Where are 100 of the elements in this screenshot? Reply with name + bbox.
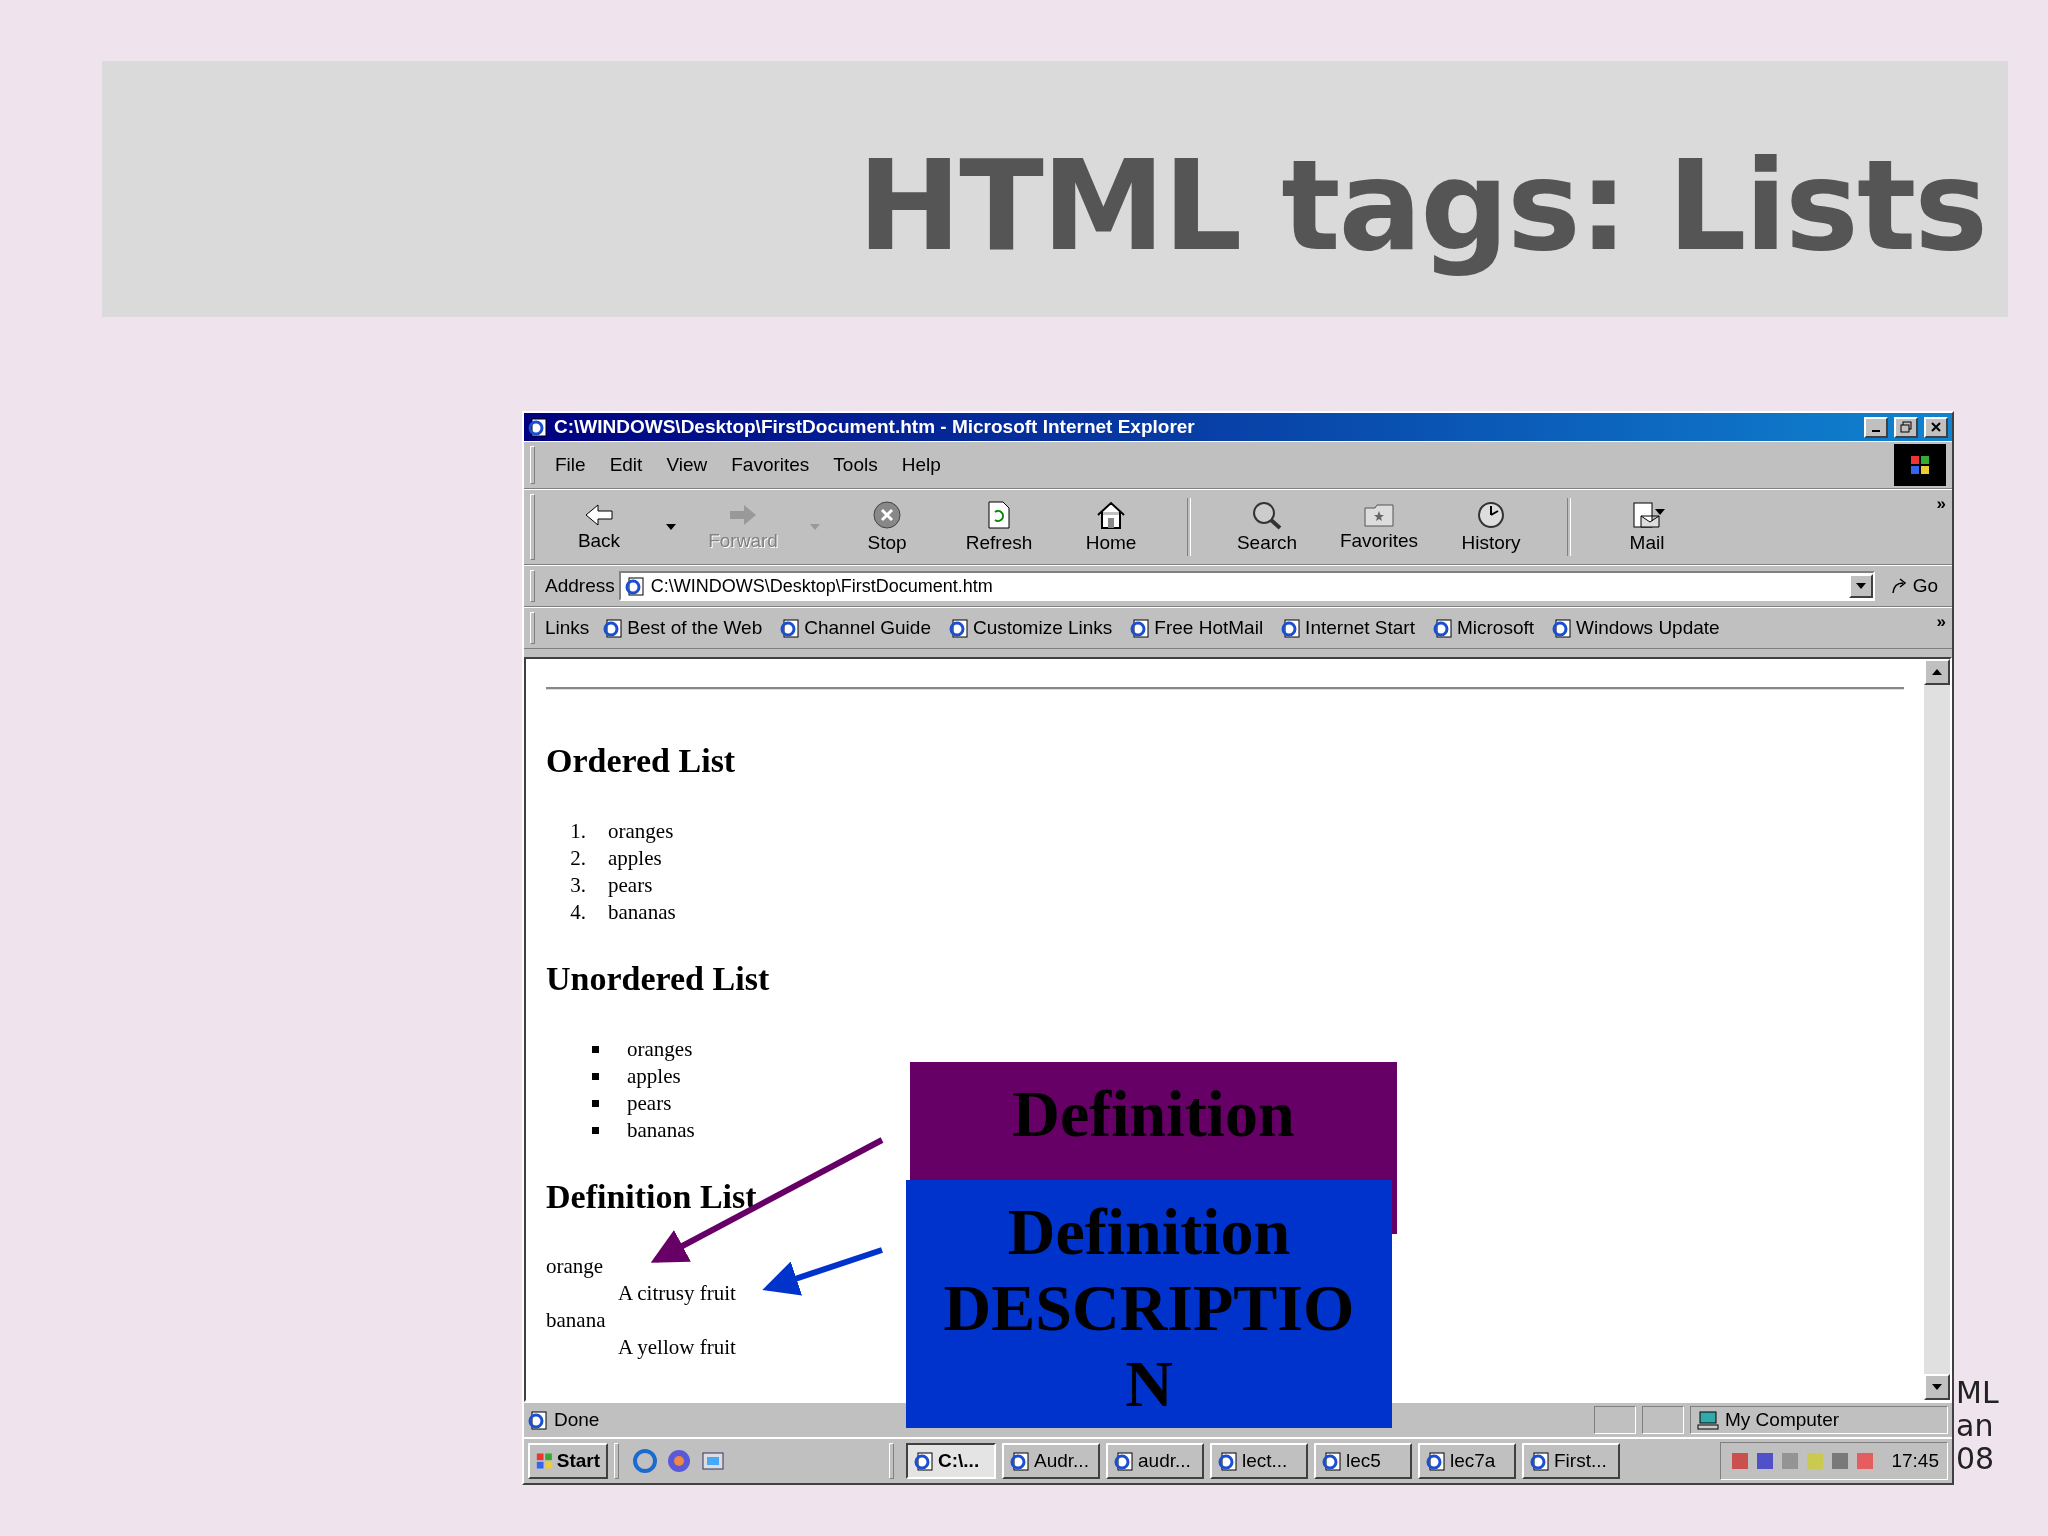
page-icon [1426,1451,1446,1471]
taskbar-button[interactable]: lec7a [1418,1443,1516,1479]
links-label: Links [545,617,590,639]
page-icon [1530,1451,1550,1471]
link-item[interactable]: Windows Update [1552,617,1720,639]
definition-description: A citrusy fruit [618,1281,736,1307]
taskbar-button[interactable]: audr... [1106,1443,1204,1479]
quick-launch-icon[interactable] [665,1447,693,1475]
page-icon [948,618,969,638]
quick-launch-icon[interactable] [631,1447,659,1475]
page-heading: Unordered List [546,960,770,998]
link-item[interactable]: Free HotMail [1130,617,1264,639]
list-number: 4. [569,900,587,925]
address-label: Address [545,575,615,597]
list-number: 3. [569,873,587,898]
page-icon [1281,618,1302,638]
link-item[interactable]: Microsoft [1432,617,1535,639]
list-item: pears [608,873,653,898]
caret-icon[interactable] [1655,509,1665,515]
status-pane [1594,1406,1636,1434]
link-item[interactable]: Channel Guide [780,617,931,639]
link-item[interactable]: Best of the Web [603,617,763,639]
page-heading: Ordered List [546,742,736,780]
home-icon [1095,500,1127,530]
menu-item[interactable]: File [545,452,596,478]
callout-text: Definition [1012,1076,1295,1152]
slide-title: HTML tags: Lists [857,132,1986,280]
list-number: 1. [569,819,587,844]
callout-text: DESCRIPTIO [943,1270,1355,1346]
stop-button[interactable]: Stop [833,500,941,554]
bullet-icon [592,1073,599,1080]
page-icon [1218,1451,1238,1471]
definition-description: A yellow fruit [618,1335,736,1361]
taskbar-button[interactable]: First... [1522,1443,1620,1479]
definition-term: banana [546,1308,606,1334]
favorites-button[interactable]: Favorites [1325,502,1433,552]
restore-button[interactable] [1894,416,1918,438]
page-icon [780,618,801,638]
close-icon [1930,421,1942,433]
taskbar-button[interactable]: Audr... [1002,1443,1100,1479]
windows-logo-icon [1894,444,1946,486]
bullet-icon [592,1100,599,1107]
list-item: oranges [627,1037,693,1062]
menu-item[interactable]: Edit [599,452,653,478]
page-icon [624,576,645,596]
mail-button[interactable]: Mail [1593,500,1701,554]
status-text: Done [554,1409,601,1431]
address-field[interactable]: C:\WINDOWS\Desktop\FirstDocument.htm [618,571,1875,601]
go-button[interactable]: Go [1878,575,1946,597]
minimize-button[interactable] [1864,416,1888,438]
restore-icon [1900,421,1912,433]
search-button[interactable]: Search [1213,500,1321,554]
bullet-icon [592,1127,599,1134]
chevron-icon[interactable]: » [1936,612,1946,632]
link-item[interactable]: Customize Links [948,617,1113,639]
caret-icon[interactable] [666,524,676,530]
close-button[interactable] [1924,416,1948,438]
list-item: bananas [608,900,676,925]
scrollbar[interactable] [1924,659,1950,1400]
forward-arrow-icon [728,502,758,528]
history-button[interactable]: History [1437,500,1545,554]
menu-item[interactable]: Help [891,452,951,478]
menu-item[interactable]: View [656,452,718,478]
back-button[interactable]: Back [545,502,653,552]
scroll-down-button[interactable] [1924,1374,1950,1400]
refresh-button[interactable]: Refresh [945,500,1053,554]
menu-item[interactable]: Favorites [721,452,820,478]
page-icon [528,1410,548,1430]
home-button[interactable]: Home [1057,500,1165,554]
down-arrow-icon [1932,1384,1942,1390]
go-arrow-icon [1890,577,1909,595]
page-icon [528,417,548,437]
stop-icon [872,500,902,530]
dropdown-button[interactable] [1848,574,1873,598]
search-icon [1251,500,1283,530]
page-heading: Definition List [546,1178,757,1216]
taskbar-button[interactable]: lect... [1210,1443,1308,1479]
folder-star-icon [1363,502,1395,528]
callout-text: N [1125,1346,1173,1422]
list-item: oranges [608,819,674,844]
page-icon [603,618,624,638]
page-icon [1322,1451,1342,1471]
menu-item[interactable]: Tools [823,452,888,478]
minimize-icon [1872,430,1880,432]
chevron-icon[interactable]: » [1936,494,1946,514]
caret-icon[interactable] [1855,583,1866,589]
start-button[interactable]: Start [528,1443,608,1479]
list-item: pears [627,1091,672,1116]
slide-footer-text: an [1956,1408,1994,1443]
taskbar-button[interactable]: C:\... [906,1443,996,1479]
list-item: apples [608,846,662,871]
computer-icon [1697,1410,1719,1430]
page-icon [1432,618,1453,638]
taskbar-button[interactable]: lec5 [1314,1443,1412,1479]
list-item: bananas [627,1118,695,1143]
link-item[interactable]: Internet Start [1281,617,1415,639]
scroll-up-button[interactable] [1924,659,1950,685]
callout-text: Definition [1007,1194,1291,1270]
definition-term: orange [546,1254,604,1280]
slide-footer-text: ML [1956,1375,1999,1410]
